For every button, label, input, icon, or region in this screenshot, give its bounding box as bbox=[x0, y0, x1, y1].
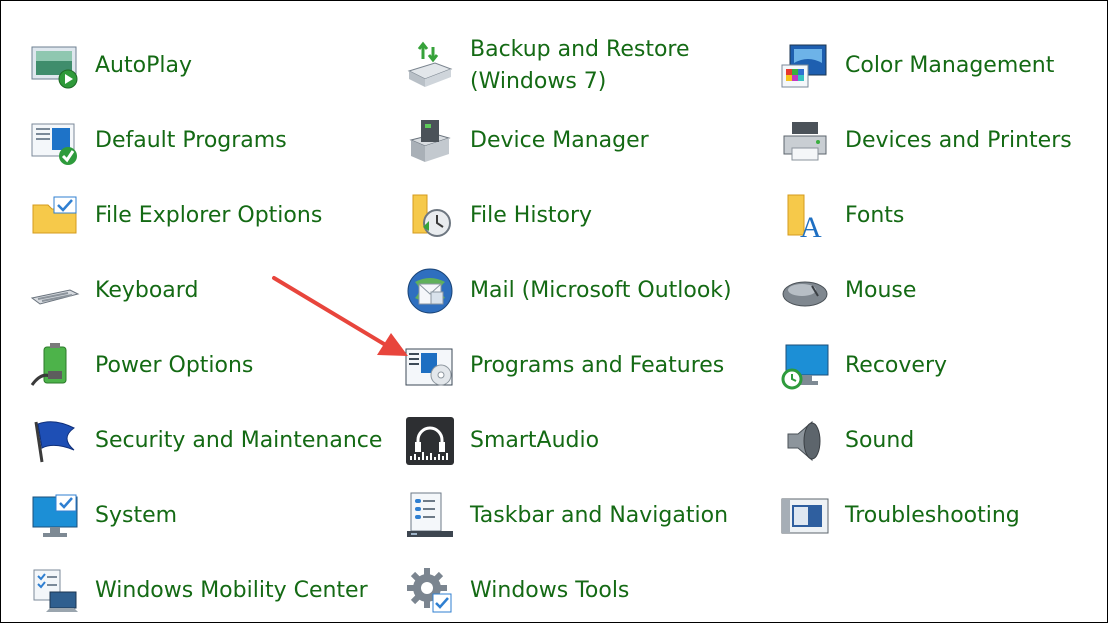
item-label: Color Management bbox=[845, 53, 1055, 78]
item-windows-mobility-center[interactable]: Windows Mobility Center bbox=[30, 561, 368, 621]
item-label: Backup and Restore (Windows 7) bbox=[470, 37, 690, 94]
taskbar-icon bbox=[405, 491, 455, 541]
item-label: Security and Maintenance bbox=[95, 428, 383, 453]
item-recovery[interactable]: Recovery bbox=[780, 336, 947, 396]
troubleshooting-icon bbox=[780, 491, 830, 541]
item-label: AutoPlay bbox=[95, 53, 192, 78]
item-label: Default Programs bbox=[95, 128, 287, 153]
item-keyboard[interactable]: Keyboard bbox=[30, 261, 198, 321]
item-programs-features[interactable]: Programs and Features bbox=[405, 336, 724, 396]
smartaudio-icon bbox=[405, 416, 455, 466]
color-management-icon bbox=[780, 41, 830, 91]
item-label: Windows Mobility Center bbox=[95, 578, 368, 603]
item-security-maintenance[interactable]: Security and Maintenance bbox=[30, 411, 382, 471]
item-windows-tools[interactable]: Windows Tools bbox=[405, 561, 629, 621]
item-file-history[interactable]: File History bbox=[405, 186, 592, 246]
item-power-options[interactable]: Power Options bbox=[30, 336, 253, 396]
mouse-icon bbox=[780, 266, 830, 316]
item-label: Sound bbox=[845, 428, 915, 453]
backup-restore-icon bbox=[405, 41, 455, 91]
windows-tools-icon bbox=[405, 566, 455, 616]
item-label: Windows Tools bbox=[470, 578, 630, 603]
item-label: SmartAudio bbox=[470, 428, 600, 453]
item-label: Device Manager bbox=[470, 128, 649, 153]
item-device-manager[interactable]: Device Manager bbox=[405, 111, 649, 171]
devices-printers-icon bbox=[780, 116, 830, 166]
item-backup-restore[interactable]: Backup and Restore (Windows 7) bbox=[405, 36, 690, 96]
item-label: File Explorer Options bbox=[95, 203, 323, 228]
default-programs-icon bbox=[30, 116, 80, 166]
item-label: Fonts bbox=[845, 203, 905, 228]
keyboard-icon bbox=[30, 266, 80, 316]
item-label: Power Options bbox=[95, 353, 254, 378]
item-taskbar-navigation[interactable]: Taskbar and Navigation bbox=[405, 486, 728, 546]
device-manager-icon bbox=[405, 116, 455, 166]
item-color-management[interactable]: Color Management bbox=[780, 36, 1054, 96]
item-label: Programs and Features bbox=[470, 353, 725, 378]
fonts-icon: A bbox=[780, 191, 830, 241]
item-mouse[interactable]: Mouse bbox=[780, 261, 916, 321]
item-label: Taskbar and Navigation bbox=[470, 503, 729, 528]
programs-features-icon bbox=[405, 341, 455, 391]
item-label: Troubleshooting bbox=[845, 503, 1020, 528]
item-label: Devices and Printers bbox=[845, 128, 1072, 153]
svg-text:A: A bbox=[800, 211, 822, 241]
recovery-icon bbox=[780, 341, 830, 391]
mail-icon bbox=[405, 266, 455, 316]
item-system[interactable]: System bbox=[30, 486, 177, 546]
item-label: File History bbox=[470, 203, 593, 228]
item-fonts[interactable]: A Fonts bbox=[780, 186, 904, 246]
mobility-center-icon bbox=[30, 566, 80, 616]
item-sound[interactable]: Sound bbox=[780, 411, 914, 471]
item-label: Recovery bbox=[845, 353, 948, 378]
item-label: Keyboard bbox=[95, 278, 199, 303]
file-history-icon bbox=[405, 191, 455, 241]
system-monitor-icon bbox=[30, 491, 80, 541]
control-panel-window: AutoPlay Default Programs File Explorer … bbox=[0, 0, 1108, 623]
speaker-icon bbox=[780, 416, 830, 466]
item-default-programs[interactable]: Default Programs bbox=[30, 111, 287, 171]
security-flag-icon bbox=[30, 416, 80, 466]
item-devices-printers[interactable]: Devices and Printers bbox=[780, 111, 1072, 171]
item-label: System bbox=[95, 503, 178, 528]
item-file-explorer-options[interactable]: File Explorer Options bbox=[30, 186, 322, 246]
item-label: Mouse bbox=[845, 278, 917, 303]
item-mail[interactable]: Mail (Microsoft Outlook) bbox=[405, 261, 732, 321]
power-options-icon bbox=[30, 341, 80, 391]
item-smartaudio[interactable]: SmartAudio bbox=[405, 411, 599, 471]
item-troubleshooting[interactable]: Troubleshooting bbox=[780, 486, 1020, 546]
autoplay-icon bbox=[30, 41, 80, 91]
item-label: Mail (Microsoft Outlook) bbox=[470, 278, 732, 303]
item-autoplay[interactable]: AutoPlay bbox=[30, 36, 192, 96]
file-explorer-options-icon bbox=[30, 191, 80, 241]
